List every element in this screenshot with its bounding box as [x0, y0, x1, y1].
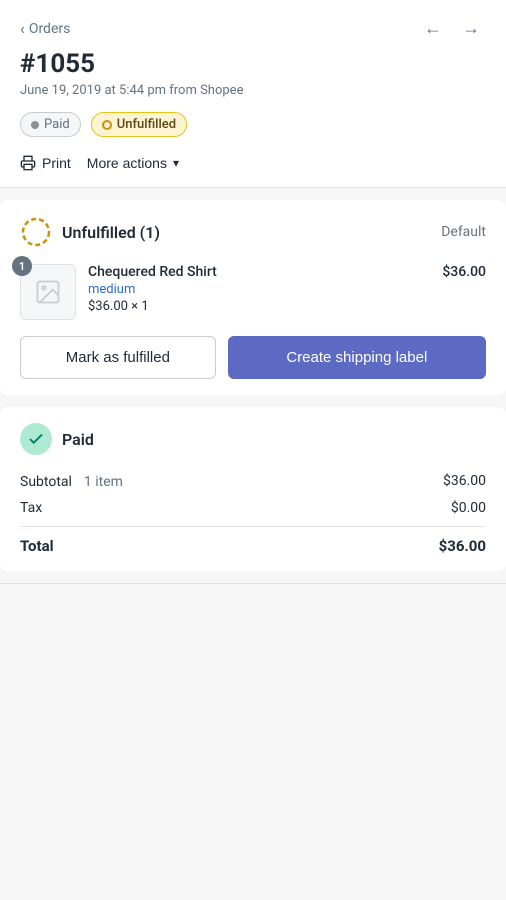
- paid-section-title: Paid: [62, 430, 94, 449]
- next-order-arrow[interactable]: →: [456, 16, 486, 41]
- more-actions-chevron-icon: ▾: [173, 156, 179, 170]
- default-label: Default: [441, 224, 486, 240]
- order-number: #1055: [20, 49, 486, 79]
- paid-header: Paid: [20, 423, 486, 455]
- section-title-group: Unfulfilled (1): [20, 216, 160, 248]
- print-button[interactable]: Print: [20, 151, 71, 175]
- paid-badge-label: Paid: [44, 117, 70, 132]
- header-section: ‹ Orders ← → #1055 June 19, 2019 at 5:44…: [0, 0, 506, 188]
- back-chevron-icon: ‹: [20, 19, 25, 38]
- unfulfilled-header: Unfulfilled (1) Default: [20, 216, 486, 248]
- tax-label: Tax: [20, 500, 42, 516]
- more-actions-label: More actions: [87, 155, 167, 171]
- more-actions-button[interactable]: More actions ▾: [87, 151, 179, 175]
- prev-order-arrow[interactable]: ←: [418, 16, 448, 41]
- nav-arrows: ← →: [418, 16, 486, 41]
- paid-icon-circle: [20, 423, 52, 455]
- paid-badge-dot: [31, 121, 39, 129]
- paid-checkmark-icon: [27, 430, 45, 448]
- badges: Paid Unfulfilled: [20, 112, 486, 137]
- mark-as-fulfilled-button[interactable]: Mark as fulfilled: [20, 336, 216, 379]
- product-name: Chequered Red Shirt: [88, 264, 430, 280]
- total-row: Total $36.00: [20, 526, 486, 555]
- action-buttons: Mark as fulfilled Create shipping label: [20, 336, 486, 379]
- product-variant: medium: [88, 282, 430, 297]
- unfulfilled-badge-icon: [102, 120, 112, 130]
- tax-value: $0.00: [451, 500, 486, 516]
- subtotal-label-group: Subtotal 1 item: [20, 471, 123, 490]
- create-shipping-label-button[interactable]: Create shipping label: [228, 336, 486, 379]
- unfulfilled-card: Unfulfilled (1) Default 1 Chequered Red …: [0, 200, 506, 395]
- back-link[interactable]: ‹ Orders: [20, 19, 70, 38]
- subtotal-value: $36.00: [443, 473, 486, 489]
- back-label: Orders: [29, 21, 71, 37]
- unfulfilled-badge-label: Unfulfilled: [117, 117, 176, 132]
- subtotal-label: Subtotal: [20, 474, 72, 490]
- print-icon: [20, 155, 36, 171]
- subtotal-row: Subtotal 1 item $36.00: [20, 471, 486, 490]
- toolbar: Print More actions ▾: [20, 151, 486, 175]
- bottom-separator: [0, 583, 506, 584]
- paid-badge: Paid: [20, 112, 81, 137]
- product-row: 1 Chequered Red Shirt medium $36.00 × 1 …: [20, 264, 486, 320]
- product-price-qty: $36.00 × 1: [88, 299, 430, 314]
- product-info: Chequered Red Shirt medium $36.00 × 1: [88, 264, 430, 314]
- tax-row: Tax $0.00: [20, 500, 486, 516]
- unfulfilled-section-title: Unfulfilled (1): [62, 223, 160, 242]
- product-total: $36.00: [442, 264, 486, 280]
- order-meta: June 19, 2019 at 5:44 pm from Shopee: [20, 83, 486, 98]
- product-qty-badge: 1: [12, 256, 32, 276]
- product-image-wrap: 1: [20, 264, 76, 320]
- unfulfilled-badge: Unfulfilled: [91, 112, 187, 137]
- product-placeholder-icon: [34, 278, 62, 306]
- subtotal-count: 1 item: [84, 474, 123, 490]
- print-label: Print: [42, 155, 71, 171]
- total-value: $36.00: [439, 537, 486, 555]
- total-label: Total: [20, 537, 54, 555]
- back-nav: ‹ Orders ← →: [20, 16, 486, 41]
- paid-card: Paid Subtotal 1 item $36.00 Tax $0.00 To…: [0, 407, 506, 571]
- unfulfilled-status-icon: [20, 216, 52, 248]
